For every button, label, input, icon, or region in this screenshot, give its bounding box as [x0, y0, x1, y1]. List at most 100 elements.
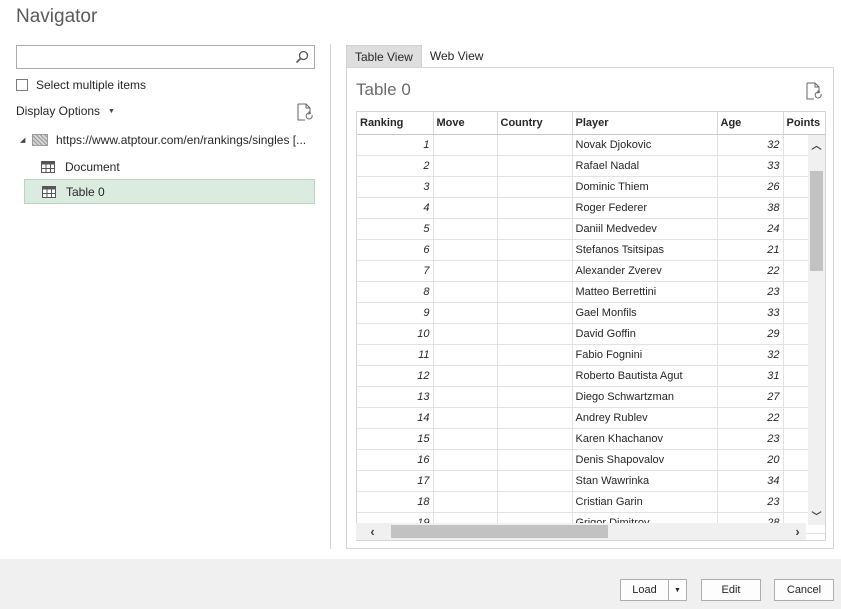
column-header[interactable]: Country [497, 112, 573, 135]
table-cell[interactable]: Stefanos Tsitsipas [572, 239, 718, 261]
tab-web-view[interactable]: Web View [422, 45, 492, 67]
table-cell[interactable] [497, 218, 573, 240]
table-cell[interactable]: 14 [357, 407, 434, 429]
table-cell[interactable]: 15 [357, 428, 434, 450]
table-cell[interactable]: Stan Wawrinka [572, 470, 718, 492]
table-cell[interactable]: 4 [357, 197, 434, 219]
table-cell[interactable]: 17 [357, 470, 434, 492]
table-cell[interactable] [497, 155, 573, 177]
table-cell[interactable] [433, 218, 498, 240]
column-header[interactable]: Ranking [357, 112, 434, 135]
table-cell[interactable] [497, 176, 573, 198]
table-cell[interactable] [497, 386, 573, 408]
table-cell[interactable] [497, 449, 573, 471]
scroll-thumb[interactable] [391, 525, 608, 538]
table-cell[interactable]: Fabio Fognini [572, 344, 718, 366]
table-row[interactable]: 6 Stefanos Tsitsipas 21 [357, 239, 825, 261]
table-cell[interactable] [497, 302, 573, 324]
table-cell[interactable]: 7 [357, 260, 434, 282]
table-cell[interactable]: Roberto Bautista Agut [572, 365, 718, 387]
display-options-dropdown[interactable]: Display Options ▼ [16, 104, 115, 118]
expand-arrow-icon[interactable]: ◢ [20, 136, 30, 144]
table-cell[interactable]: 10 [357, 323, 434, 345]
table-cell[interactable] [497, 239, 573, 261]
table-cell[interactable]: 20 [717, 449, 784, 471]
table-cell[interactable]: Cristian Garin [572, 491, 718, 513]
cancel-button[interactable]: Cancel [774, 579, 834, 601]
table-cell[interactable] [433, 302, 498, 324]
table-cell[interactable]: Rafael Nadal [572, 155, 718, 177]
table-cell[interactable]: 11 [357, 344, 434, 366]
table-cell[interactable]: Matteo Berrettini [572, 281, 718, 303]
table-cell[interactable]: 16 [357, 449, 434, 471]
tree-item-table-0[interactable]: Table 0 [24, 179, 315, 204]
table-cell[interactable]: Gael Monfils [572, 302, 718, 324]
table-row[interactable]: 4 Roger Federer 38 [357, 197, 825, 219]
load-options-button[interactable]: ▼ [668, 579, 687, 601]
table-row[interactable]: 11 Fabio Fognini 32 [357, 344, 825, 366]
scroll-thumb[interactable] [810, 171, 823, 271]
table-cell[interactable]: 33 [717, 155, 784, 177]
select-multiple-items[interactable]: Select multiple items [16, 78, 146, 92]
table-row[interactable]: 5 Daniil Medvedev 24 [357, 218, 825, 240]
table-cell[interactable]: 5 [357, 218, 434, 240]
search-input[interactable] [16, 45, 315, 69]
table-cell[interactable]: Alexander Zverev [572, 260, 718, 282]
scroll-left-icon[interactable]: ‹ [364, 523, 381, 540]
table-cell[interactable] [497, 470, 573, 492]
table-cell[interactable]: Diego Schwartzman [572, 386, 718, 408]
table-cell[interactable] [497, 407, 573, 429]
table-cell[interactable]: David Goffin [572, 323, 718, 345]
table-cell[interactable] [433, 344, 498, 366]
table-row[interactable]: 14 Andrey Rublev 22 [357, 407, 825, 429]
table-cell[interactable]: 13 [357, 386, 434, 408]
table-row[interactable]: 18 Cristian Garin 23 [357, 491, 825, 513]
column-header[interactable]: Age [717, 112, 784, 135]
table-cell[interactable] [433, 134, 498, 156]
table-row[interactable]: 15 Karen Khachanov 23 [357, 428, 825, 450]
scroll-down-icon[interactable]: ﹀ [809, 508, 824, 523]
table-cell[interactable]: 27 [717, 386, 784, 408]
table-cell[interactable]: 31 [717, 365, 784, 387]
pane-divider[interactable] [330, 44, 331, 549]
load-button[interactable]: Load [620, 579, 668, 601]
table-cell[interactable]: 23 [717, 281, 784, 303]
table-cell[interactable]: Andrey Rublev [572, 407, 718, 429]
table-cell[interactable] [433, 491, 498, 513]
scroll-right-icon[interactable]: › [789, 523, 806, 540]
tab-table-view[interactable]: Table View [346, 45, 422, 67]
table-cell[interactable]: Dominic Thiem [572, 176, 718, 198]
table-cell[interactable] [433, 176, 498, 198]
horizontal-scrollbar[interactable]: ‹ › [356, 523, 806, 540]
table-cell[interactable] [497, 134, 573, 156]
table-cell[interactable]: 18 [357, 491, 434, 513]
table-cell[interactable]: 21 [717, 239, 784, 261]
table-cell[interactable] [433, 260, 498, 282]
table-cell[interactable]: Denis Shapovalov [572, 449, 718, 471]
column-header[interactable]: Player [572, 112, 718, 135]
table-cell[interactable] [433, 470, 498, 492]
table-cell[interactable]: 34 [717, 470, 784, 492]
refresh-icon[interactable] [297, 103, 313, 121]
table-cell[interactable]: 23 [717, 491, 784, 513]
table-cell[interactable]: 22 [717, 260, 784, 282]
table-cell[interactable] [433, 428, 498, 450]
table-cell[interactable] [497, 428, 573, 450]
table-row[interactable]: 3 Dominic Thiem 26 [357, 176, 825, 198]
table-row[interactable]: 2 Rafael Nadal 33 [357, 155, 825, 177]
table-row[interactable]: 13 Diego Schwartzman 27 [357, 386, 825, 408]
table-cell[interactable]: 22 [717, 407, 784, 429]
table-row[interactable]: 1 Novak Djokovic 32 [357, 134, 825, 156]
table-cell[interactable]: 3 [357, 176, 434, 198]
table-cell[interactable] [433, 386, 498, 408]
column-header[interactable]: Points [783, 112, 825, 135]
table-cell[interactable]: 23 [717, 428, 784, 450]
table-cell[interactable] [433, 323, 498, 345]
table-row[interactable]: 10 David Goffin 29 [357, 323, 825, 345]
table-cell[interactable] [497, 344, 573, 366]
table-cell[interactable]: 12 [357, 365, 434, 387]
table-cell[interactable]: 24 [717, 218, 784, 240]
table-cell[interactable]: 26 [717, 176, 784, 198]
table-cell[interactable] [497, 491, 573, 513]
table-cell[interactable] [497, 323, 573, 345]
